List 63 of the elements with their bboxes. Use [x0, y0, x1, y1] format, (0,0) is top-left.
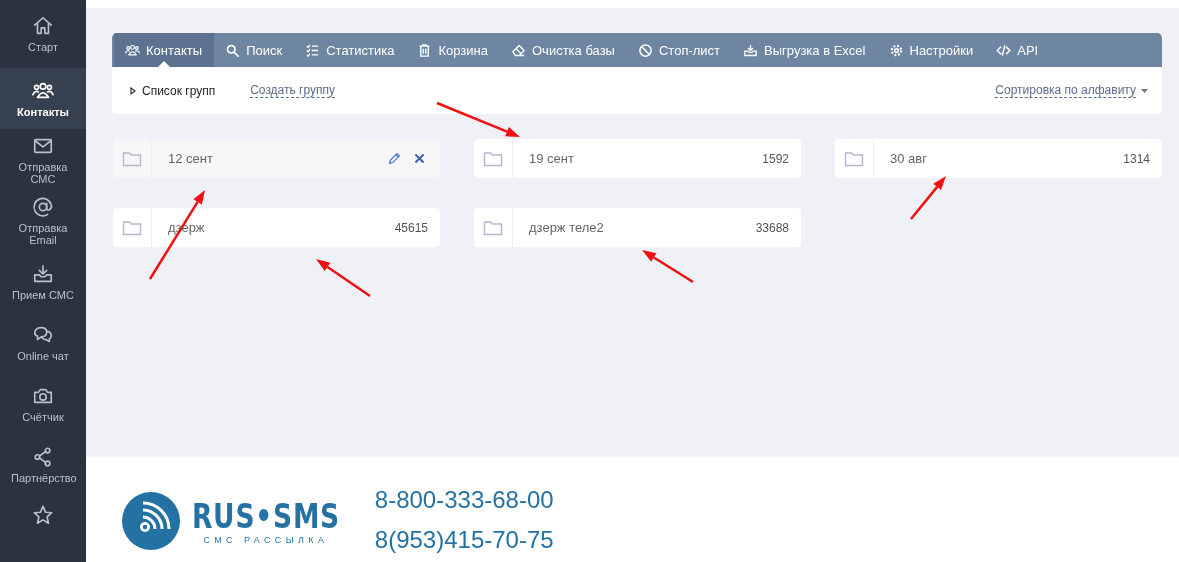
- triangle-icon: [130, 86, 136, 95]
- group-name: 19 сент: [529, 151, 575, 166]
- contact-count: 1314: [1123, 151, 1150, 166]
- edit-icon[interactable]: [388, 152, 401, 165]
- folder-icon: [844, 150, 864, 167]
- group-list-toggle[interactable]: Список групп: [130, 83, 216, 98]
- annotation-arrow: [910, 176, 946, 220]
- group-name: 12 сент: [168, 151, 214, 166]
- annotation-arrow: [316, 259, 371, 298]
- tab[interactable]: Статистика: [294, 33, 407, 67]
- inbox-download-icon: [32, 262, 54, 285]
- group-card[interactable]: дзерж теле2 33688: [474, 208, 801, 247]
- tab[interactable]: Настройки: [877, 33, 986, 67]
- folder-icon: [483, 219, 503, 236]
- sidebar-item[interactable]: Отправка Email: [0, 190, 86, 251]
- group-name: 30 авг: [890, 151, 928, 166]
- group-name: дзерж теле2: [529, 220, 605, 235]
- group-card[interactable]: 30 авг 1314: [835, 139, 1162, 178]
- close-icon[interactable]: [413, 152, 426, 165]
- tab[interactable]: Контакты: [114, 33, 215, 67]
- folder-icon: [483, 150, 503, 167]
- sidebar-item[interactable]: Партнёрство: [0, 434, 86, 495]
- download-tray-icon: [743, 42, 759, 58]
- share-icon: [32, 445, 54, 468]
- contact-count: 45615: [394, 220, 428, 235]
- checklist-icon: [305, 42, 321, 58]
- tab[interactable]: Выгрузка в Excel: [732, 33, 878, 67]
- home-icon: [32, 15, 54, 37]
- folder-icon: [122, 150, 142, 167]
- tab[interactable]: Стоп-лист: [626, 33, 733, 67]
- search-icon: [225, 42, 241, 58]
- contact-count: 1592: [762, 151, 789, 166]
- block-icon: [637, 42, 653, 58]
- tab[interactable]: Поиск: [214, 33, 295, 67]
- folder-icon: [122, 219, 142, 236]
- sidebar-item[interactable]: Online чат: [0, 312, 86, 373]
- star-icon: [32, 504, 54, 526]
- phone-number: 8(953)415-70-75: [374, 525, 554, 555]
- caret-icon[interactable]: [1141, 88, 1148, 93]
- sidebar-item[interactable]: Старт: [0, 0, 86, 68]
- sidebar-item[interactable]: Счётчик: [0, 373, 86, 434]
- people-icon: [125, 42, 140, 58]
- group-card[interactable]: 19 сент 1592: [474, 139, 801, 178]
- eraser-icon: [511, 42, 526, 58]
- tab[interactable]: Очистка базы: [500, 33, 627, 67]
- code-icon: [996, 42, 1012, 58]
- contact-count: 33688: [755, 220, 789, 235]
- logo-subtitle: СМС РАССЫЛКА: [203, 535, 329, 545]
- trash-icon: [417, 42, 433, 58]
- at-icon: [32, 195, 54, 218]
- group-card[interactable]: 12 сент: [113, 139, 440, 178]
- tab[interactable]: Корзина: [406, 33, 500, 67]
- tab[interactable]: API: [985, 33, 1051, 67]
- sidebar-item[interactable]: Прием СМС: [0, 251, 86, 312]
- sort-link[interactable]: Сортировка по алфавиту: [995, 83, 1136, 98]
- logo-title: RUS•SMS: [191, 497, 340, 535]
- signal-disc-icon: [121, 491, 181, 551]
- sidebar-item[interactable]: Контакты: [0, 68, 86, 129]
- gear-icon: [888, 42, 904, 58]
- annotation-arrow: [642, 250, 694, 284]
- sidebar-item[interactable]: Отправка СМС: [0, 129, 86, 190]
- phone-number: 8-800-333-68-00: [374, 485, 554, 515]
- create-group-link[interactable]: Создать группу: [250, 83, 336, 98]
